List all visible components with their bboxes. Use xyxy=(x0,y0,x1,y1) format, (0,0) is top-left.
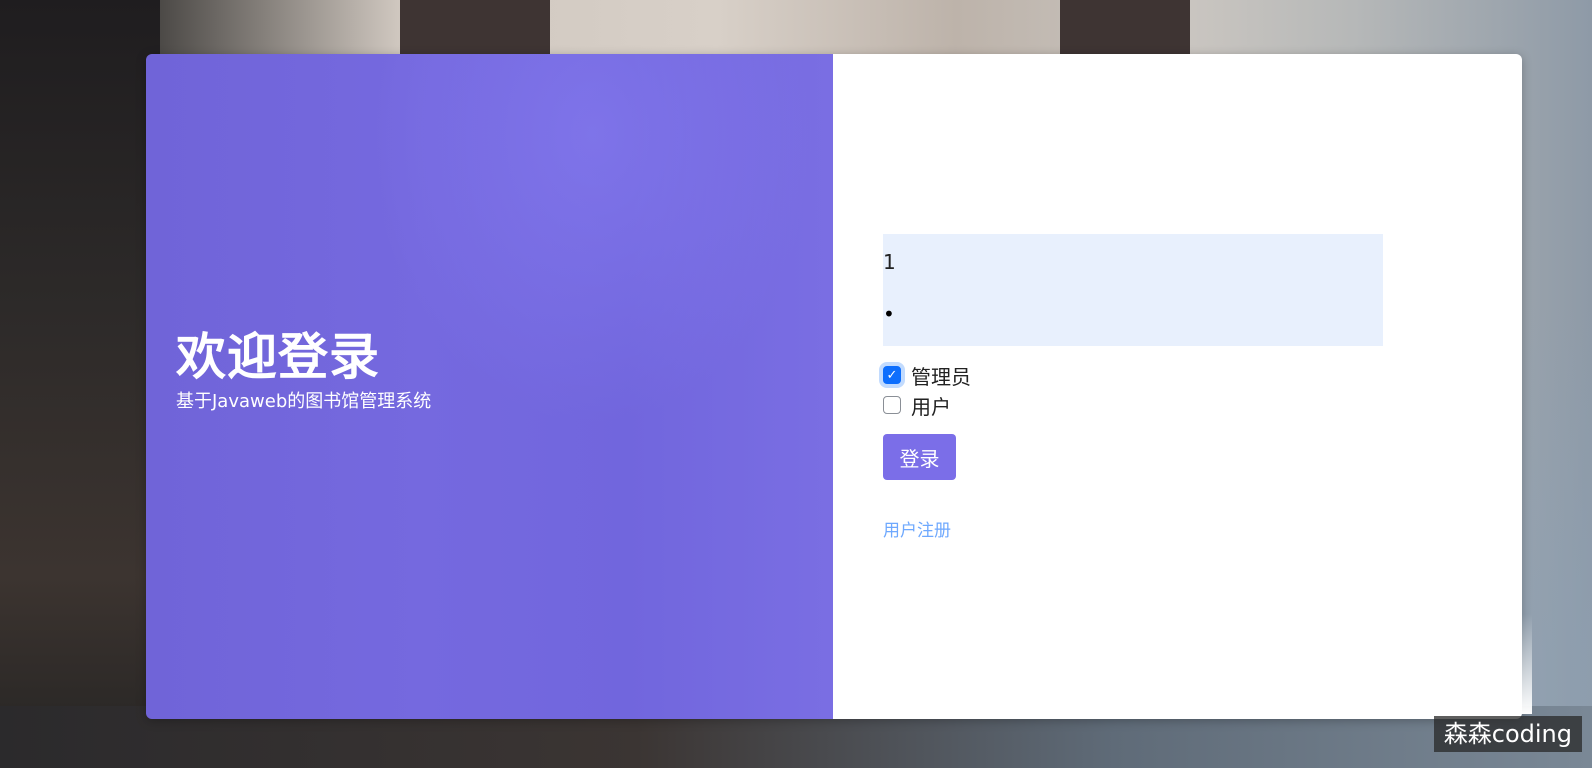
credentials-box: 1 • xyxy=(883,234,1383,346)
user-label: 用户 xyxy=(911,394,951,419)
admin-checkbox[interactable]: ✓ xyxy=(883,366,901,384)
role-option-user[interactable]: 用户 xyxy=(883,390,1383,420)
password-input[interactable]: • xyxy=(883,302,897,326)
background-dark-area xyxy=(0,0,160,768)
background-pillar xyxy=(1060,0,1190,60)
user-checkbox[interactable] xyxy=(883,396,901,414)
welcome-subtitle: 基于Javaweb的图书馆管理系统 xyxy=(176,391,432,412)
background-pillar xyxy=(400,0,550,60)
username-input[interactable]: 1 xyxy=(883,250,896,274)
watermark: 森森coding xyxy=(1433,716,1582,752)
role-option-admin[interactable]: ✓ 管理员 xyxy=(883,360,1383,390)
welcome-block: 欢迎登录 基于Javaweb的图书馆管理系统 xyxy=(176,328,431,414)
welcome-panel: 欢迎登录 基于Javaweb的图书馆管理系统 xyxy=(146,54,833,719)
background-bright-area xyxy=(1102,614,1532,714)
welcome-title: 欢迎登录 xyxy=(176,328,380,386)
check-icon: ✓ xyxy=(886,367,898,383)
admin-label: 管理员 xyxy=(911,364,971,389)
register-link[interactable]: 用户注册 xyxy=(883,516,951,541)
login-button[interactable]: 登录 xyxy=(883,434,956,480)
login-form: 1 • ✓ 管理员 用户 登录 用户注册 xyxy=(883,234,1383,541)
